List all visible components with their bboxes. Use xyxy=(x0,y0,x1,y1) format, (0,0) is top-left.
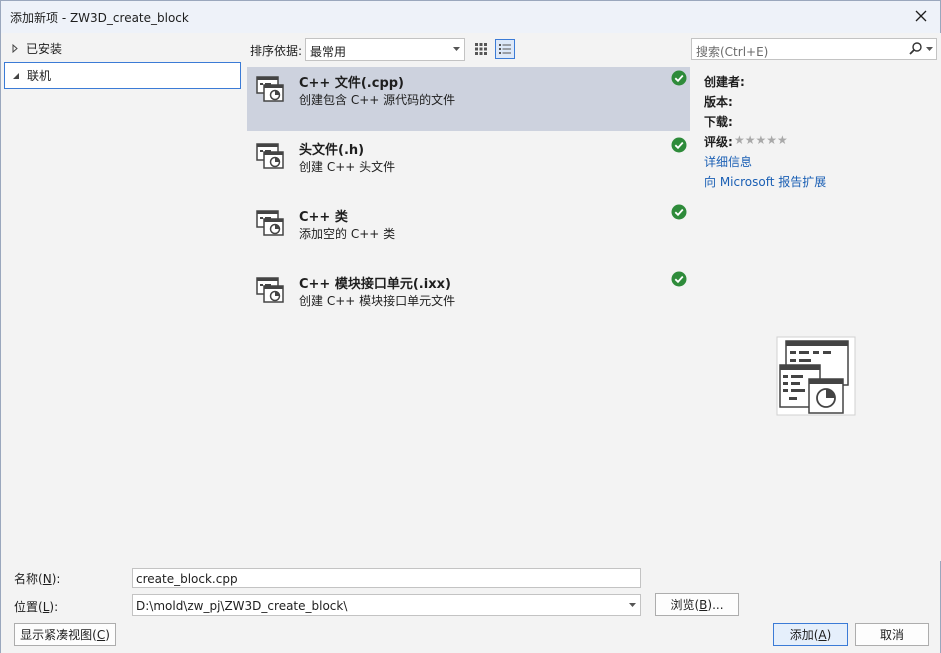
location-field[interactable]: D:\mold\zw_pj\ZW3D_create_block\ xyxy=(132,594,641,616)
browse-button[interactable]: 浏览(B)... xyxy=(655,593,739,616)
template-preview-icon xyxy=(776,336,856,416)
name-label: 名称(N): xyxy=(14,572,61,586)
chevron-down-icon[interactable] xyxy=(629,603,636,607)
template-list: C++ 文件(.cpp) 创建包含 C++ 源代码的文件 头文件(.h) 创建 … xyxy=(247,67,690,561)
compact-view-label: 显示紧凑视图 xyxy=(20,628,93,642)
details-pane: 搜索(Ctrl+E) 创建者: 版本: 下载: 评级: ★★★★★ 详细信息 向… xyxy=(691,33,941,561)
chevron-down-icon xyxy=(453,47,460,51)
downloads-label: 下载: xyxy=(704,115,733,129)
add-button[interactable]: 添加(A) xyxy=(773,623,848,646)
tree-item-online[interactable]: 联机 xyxy=(4,62,241,89)
location-label: 位置(L): xyxy=(14,600,59,614)
grid-view-icon xyxy=(475,43,487,55)
check-icon xyxy=(671,204,687,220)
template-description: 创建 C++ 头文件 xyxy=(299,160,396,174)
author-label: 创建者: xyxy=(704,75,745,89)
template-name: 头文件(.h) xyxy=(299,143,365,158)
bottom-form: 名称(N): create_block.cpp 位置(L): D:\mold\z… xyxy=(1,561,940,653)
list-item[interactable]: C++ 模块接口单元(.ixx) 创建 C++ 模块接口单元文件 xyxy=(247,268,690,332)
sort-selected-value: 最常用 xyxy=(310,45,347,59)
expand-arrow-icon[interactable] xyxy=(10,44,20,53)
template-name: C++ 文件(.cpp) xyxy=(299,76,404,91)
more-info-link[interactable]: 详细信息 xyxy=(704,153,752,170)
check-icon xyxy=(671,271,687,287)
file-template-icon xyxy=(256,143,284,169)
location-label-text: 位置 xyxy=(14,600,39,614)
tree-item-label: 联机 xyxy=(27,69,52,83)
sort-dropdown[interactable]: 最常用 xyxy=(305,38,465,61)
list-item[interactable]: C++ 文件(.cpp) 创建包含 C++ 源代码的文件 xyxy=(247,67,690,131)
report-extension-link[interactable]: 向 Microsoft 报告扩展 xyxy=(704,173,826,190)
collapse-arrow-icon[interactable] xyxy=(11,72,21,80)
name-field[interactable]: create_block.cpp xyxy=(132,568,641,588)
chevron-down-icon[interactable] xyxy=(926,47,933,51)
list-view-button[interactable] xyxy=(495,39,515,59)
compact-access-key: C xyxy=(96,627,106,642)
template-description: 创建包含 C++ 源代码的文件 xyxy=(299,93,456,107)
category-tree: 已安装 联机 xyxy=(2,33,245,561)
search-icon[interactable] xyxy=(909,42,922,55)
name-label-text: 名称 xyxy=(14,572,39,586)
name-access-key: N xyxy=(42,572,52,586)
sort-label: 排序依据: xyxy=(250,44,303,58)
template-name: C++ 模块接口单元(.ixx) xyxy=(299,277,451,292)
cancel-button[interactable]: 取消 xyxy=(855,623,929,646)
file-template-icon xyxy=(256,210,284,236)
compact-view-button[interactable]: 显示紧凑视图(C) xyxy=(14,623,116,646)
check-icon xyxy=(671,137,687,153)
template-name: C++ 类 xyxy=(299,210,348,225)
file-template-icon xyxy=(256,76,284,102)
list-item[interactable]: C++ 类 添加空的 C++ 类 xyxy=(247,201,690,265)
add-new-item-dialog: 添加新项 - ZW3D_create_block 已安装 联机 排序依据: 最常… xyxy=(0,0,941,653)
template-description: 添加空的 C++ 类 xyxy=(299,227,396,241)
location-access-key: L xyxy=(42,600,50,614)
title-bar: 添加新项 - ZW3D_create_block xyxy=(1,1,940,33)
rating-label: 评级: xyxy=(704,135,733,149)
browse-access-key: B xyxy=(699,597,708,612)
check-icon xyxy=(671,70,687,86)
add-access-key: A xyxy=(818,627,827,642)
search-input[interactable]: 搜索(Ctrl+E) xyxy=(691,38,937,60)
browse-label: 浏览 xyxy=(670,598,695,612)
template-description: 创建 C++ 模块接口单元文件 xyxy=(299,294,456,308)
tree-item-label: 已安装 xyxy=(26,42,63,56)
name-value: create_block.cpp xyxy=(136,572,238,586)
cancel-label: 取消 xyxy=(879,628,904,642)
tree-item-installed[interactable]: 已安装 xyxy=(4,35,241,62)
close-icon xyxy=(915,10,927,22)
search-placeholder: 搜索(Ctrl+E) xyxy=(696,45,769,59)
grid-view-button[interactable] xyxy=(471,39,491,59)
rating-stars: ★★★★★ xyxy=(734,133,788,147)
close-button[interactable] xyxy=(908,4,934,28)
version-label: 版本: xyxy=(704,95,733,109)
location-value: D:\mold\zw_pj\ZW3D_create_block\ xyxy=(136,599,348,613)
file-template-icon xyxy=(256,277,284,303)
add-label: 添加 xyxy=(789,628,814,642)
list-view-icon xyxy=(499,44,511,54)
window-title: 添加新项 - ZW3D_create_block xyxy=(10,11,189,25)
list-item[interactable]: 头文件(.h) 创建 C++ 头文件 xyxy=(247,134,690,198)
